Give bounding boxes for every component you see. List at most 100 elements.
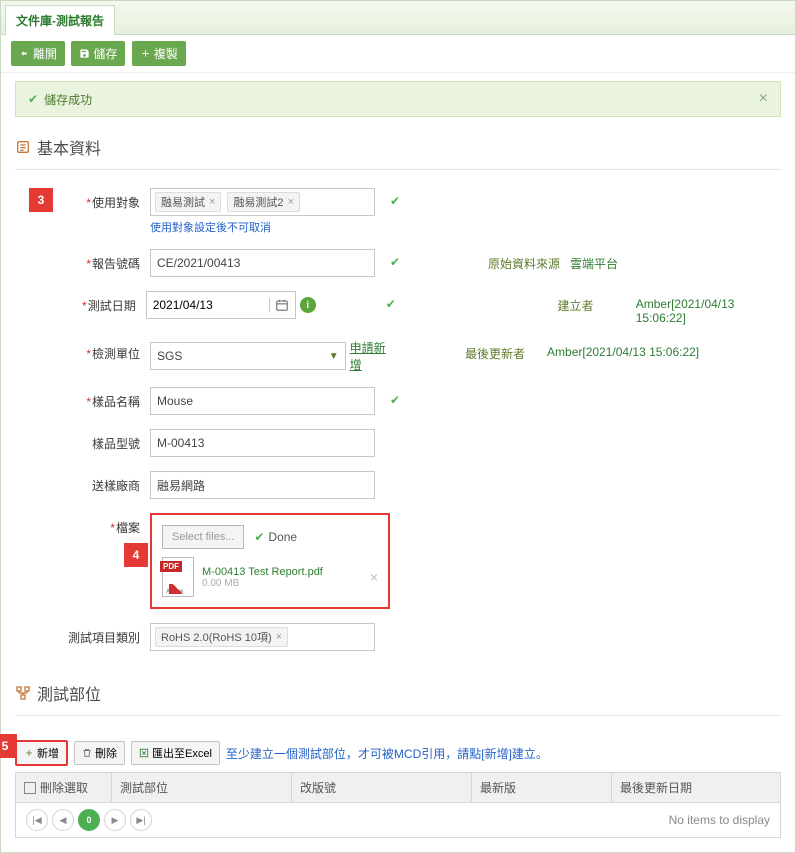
grid-toolbar: 5 新增 刪除 匯出至Excel 至少建立一個測試部位，才可被MCD引用，請點[… [15, 734, 781, 772]
no-items-text: No items to display [669, 813, 770, 827]
pager-prev[interactable]: ◀ [52, 809, 74, 831]
content-area: ✔ 儲存成功 × 基本資料 3 使用對象 融易測試 × [1, 73, 795, 852]
delete-label: 刪除 [95, 745, 117, 761]
col-part[interactable]: 測試部位 [112, 773, 292, 802]
pdf-icon: Adobe [162, 557, 194, 597]
leave-label: 離開 [33, 45, 57, 62]
pager-last[interactable]: ▶| [130, 809, 152, 831]
plus-icon [140, 48, 151, 59]
basic-form: 3 使用對象 融易測試 × 融易測試2 × 使用對象設定後不可取消 [15, 188, 781, 651]
meta-updater-value: Amber[2021/04/13 15:06:22] [547, 339, 699, 359]
section-part-title: 測試部位 [37, 681, 101, 705]
info-icon[interactable]: i [300, 297, 316, 313]
testunit-apply-link[interactable]: 申請新增 [350, 339, 391, 373]
target-hint: 使用對象設定後不可取消 [150, 219, 390, 235]
label-file: 檔案 [45, 513, 150, 536]
label-category: 測試項目類別 [45, 623, 150, 646]
grid-delete-button[interactable]: 刪除 [74, 741, 125, 765]
meta-creator-label: 建立者 [557, 291, 635, 314]
row-testunit: 檢測單位 SGS ▼ 申請新增 最後更新者 Amber[2021/04/13 1… [45, 339, 781, 373]
page-container: 文件庫-測試報告 離開 儲存 複製 ✔ 儲存成功 × 基本資料 [0, 0, 796, 853]
done-text: Done [268, 530, 297, 544]
vendor-input[interactable] [150, 471, 375, 499]
testdate-input-wrap[interactable] [146, 291, 296, 319]
testdate-input[interactable] [147, 298, 269, 312]
file-remove-button[interactable]: × [370, 569, 378, 585]
leave-icon [19, 48, 30, 59]
grid-hint: 至少建立一個測試部位，才可被MCD引用，請點[新增]建立。 [226, 745, 548, 762]
tag1-text: 融易測試 [161, 194, 205, 210]
page-tab-link[interactable]: 文件庫-測試報告 [6, 6, 114, 35]
check-icon: ✔ [28, 92, 38, 106]
action-toolbar: 離開 儲存 複製 [1, 35, 795, 73]
copy-label: 複製 [154, 45, 178, 62]
tag1-remove-icon[interactable]: × [209, 196, 215, 208]
meta-source-value: 雲端平台 [570, 249, 618, 272]
save-button[interactable]: 儲存 [71, 41, 125, 66]
tag2-remove-icon[interactable]: × [288, 196, 294, 208]
category-tag[interactable]: RoHS 2.0(RoHS 10項) × [155, 627, 288, 647]
list-icon [15, 139, 31, 155]
trash-icon [82, 748, 92, 758]
row-model: 樣品型號 [45, 429, 781, 457]
section-part-header: 測試部位 [15, 675, 781, 716]
row-file: 檔案 4 Select files... ✔ Done Adobe [45, 513, 781, 609]
section-basic-title: 基本資料 [37, 135, 101, 159]
grid-excel-button[interactable]: 匯出至Excel [131, 741, 220, 765]
category-tag-remove-icon[interactable]: × [276, 631, 282, 643]
file-item: Adobe M-00413 Test Report.pdf 0.00 MB × [162, 557, 378, 597]
col-latest[interactable]: 最新版 [472, 773, 612, 802]
select-all-checkbox[interactable] [24, 782, 36, 794]
col-rev[interactable]: 改版號 [292, 773, 472, 802]
excel-label: 匯出至Excel [152, 745, 212, 761]
reportno-input[interactable] [150, 249, 375, 277]
success-alert: ✔ 儲存成功 × [15, 81, 781, 117]
pager-first[interactable]: |◀ [26, 809, 48, 831]
pager-current[interactable]: 0 [78, 809, 100, 831]
part-grid: 刪除選取 測試部位 改版號 最新版 最後更新日期 |◀ ◀ 0 ▶ ▶| No … [15, 772, 781, 838]
calendar-icon [275, 298, 289, 312]
row-sample: 樣品名稱 ✔ [45, 387, 781, 415]
alert-close-button[interactable]: × [759, 90, 768, 108]
pager-next[interactable]: ▶ [104, 809, 126, 831]
grid-footer: |◀ ◀ 0 ▶ ▶| No items to display [16, 803, 780, 837]
callout-4: 4 [124, 543, 148, 567]
meta-source-label: 原始資料來源 [488, 249, 570, 272]
file-size: 0.00 MB [202, 578, 362, 589]
label-model: 樣品型號 [45, 429, 150, 452]
testunit-select[interactable]: SGS ▼ [150, 342, 346, 370]
testunit-value: SGS [157, 349, 182, 363]
label-sample: 樣品名稱 [45, 387, 150, 410]
reportno-valid-icon: ✔ [390, 255, 400, 269]
sample-input[interactable] [150, 387, 375, 415]
category-tag-text: RoHS 2.0(RoHS 10項) [161, 629, 272, 645]
target-multiselect[interactable]: 融易測試 × 融易測試2 × [150, 188, 375, 216]
file-name-link[interactable]: M-00413 Test Report.pdf [202, 566, 362, 578]
copy-button[interactable]: 複製 [132, 41, 186, 66]
target-tag-2[interactable]: 融易測試2 × [227, 192, 300, 212]
add-label: 新增 [37, 745, 59, 761]
col-delete-select[interactable]: 刪除選取 [16, 773, 112, 802]
grid-add-button[interactable]: 新增 [15, 740, 68, 766]
col-lastupdate[interactable]: 最後更新日期 [612, 773, 780, 802]
calendar-button[interactable] [269, 298, 295, 312]
tree-icon [15, 685, 31, 701]
done-check-icon: ✔ [254, 530, 264, 544]
upload-done: ✔ Done [254, 530, 297, 544]
target-tag-1[interactable]: 融易測試 × [155, 192, 221, 212]
category-multiselect[interactable]: RoHS 2.0(RoHS 10項) × [150, 623, 375, 651]
row-testdate: 測試日期 i ✔ 建立者 Amber[2021/04/13 15:06:22] [45, 291, 781, 325]
callout-5: 5 [0, 734, 17, 758]
model-input[interactable] [150, 429, 375, 457]
label-reportno: 報告號碼 [45, 249, 150, 272]
section-basic-header: 基本資料 [15, 129, 781, 170]
save-icon [79, 48, 90, 59]
meta-updater-label: 最後更新者 [465, 339, 547, 362]
col1-label: 刪除選取 [40, 779, 88, 796]
excel-icon [139, 748, 149, 758]
alert-message: 儲存成功 [44, 91, 92, 108]
select-files-button[interactable]: Select files... [162, 525, 244, 549]
leave-button[interactable]: 離開 [11, 41, 65, 66]
label-testunit: 檢測單位 [45, 339, 150, 362]
page-tab[interactable]: 文件庫-測試報告 [5, 5, 115, 35]
